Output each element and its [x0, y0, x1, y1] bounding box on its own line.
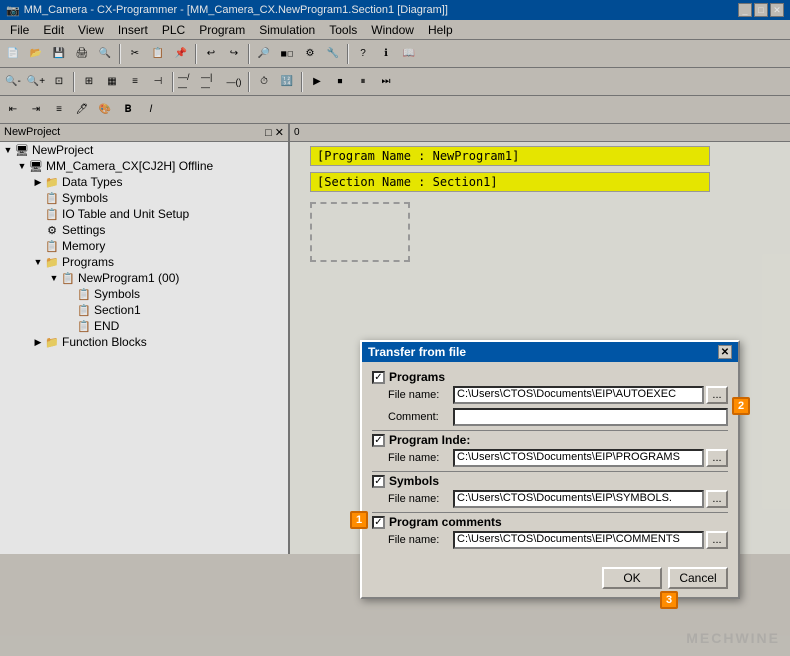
programindex-file-row: File name: C:\Users\CTOS\Documents\EIP\P…	[372, 449, 728, 467]
checkbox-comments[interactable]: ✓	[372, 516, 385, 529]
section-programs-label: Programs	[389, 370, 445, 384]
checkbox-programs[interactable]: ✓	[372, 371, 385, 384]
symbols-file-input[interactable]: C:\Users\CTOS\Documents\EIP\SYMBOLS.	[453, 490, 704, 508]
programs-comment-label: Comment:	[388, 411, 453, 423]
programs-file-label: File name:	[388, 389, 453, 401]
checkbox-symbols[interactable]: ✓	[372, 475, 385, 488]
dialog-buttons: OK Cancel	[362, 561, 738, 597]
section-comments-label: Program comments	[389, 515, 502, 529]
transfer-dialog: Transfer from file ✕ ✓ Programs File nam…	[360, 340, 740, 599]
comments-file-input[interactable]: C:\Users\CTOS\Documents\EIP\COMMENTS	[453, 531, 704, 549]
symbols-file-label: File name:	[388, 493, 453, 505]
programs-file-row: File name: C:\Users\CTOS\Documents\EIP\A…	[372, 386, 728, 404]
divider-2	[372, 471, 728, 472]
programindex-file-input[interactable]: C:\Users\CTOS\Documents\EIP\PROGRAMS	[453, 449, 704, 467]
section-symbols-label: Symbols	[389, 474, 439, 488]
section-programindex-header: ✓ Program Inde:	[372, 433, 728, 447]
section-programs-header: ✓ Programs	[372, 370, 728, 384]
dialog-title-text: Transfer from file	[368, 345, 466, 359]
programindex-browse-button[interactable]: ...	[706, 449, 728, 467]
section-symbols-header: ✓ Symbols	[372, 474, 728, 488]
divider-3	[372, 512, 728, 513]
badge-1: 1	[350, 511, 368, 529]
comments-file-row: File name: C:\Users\CTOS\Documents\EIP\C…	[372, 531, 728, 549]
badge-3: 3	[660, 591, 678, 609]
programindex-file-label: File name:	[388, 452, 453, 464]
cancel-button[interactable]: Cancel	[668, 567, 728, 589]
symbols-file-row: File name: C:\Users\CTOS\Documents\EIP\S…	[372, 490, 728, 508]
divider-1	[372, 430, 728, 431]
comments-browse-button[interactable]: ...	[706, 531, 728, 549]
ok-button[interactable]: OK	[602, 567, 662, 589]
badge-2: 2	[732, 397, 750, 415]
programs-file-input[interactable]: C:\Users\CTOS\Documents\EIP\AUTOEXEC	[453, 386, 704, 404]
dialog-body: ✓ Programs File name: C:\Users\CTOS\Docu…	[362, 362, 738, 561]
dialog-title-bar: Transfer from file ✕	[362, 342, 738, 362]
programs-comment-row: Comment:	[372, 408, 728, 426]
symbols-browse-button[interactable]: ...	[706, 490, 728, 508]
dialog-overlay: Transfer from file ✕ ✓ Programs File nam…	[0, 0, 790, 656]
dialog-close-button[interactable]: ✕	[718, 345, 732, 359]
section-comments-header: ✓ Program comments	[372, 515, 728, 529]
checkbox-programindex[interactable]: ✓	[372, 434, 385, 447]
programs-browse-button[interactable]: ...	[706, 386, 728, 404]
comments-file-label: File name:	[388, 534, 453, 546]
section-programindex-label: Program Inde:	[389, 433, 470, 447]
programs-comment-input[interactable]	[453, 408, 728, 426]
